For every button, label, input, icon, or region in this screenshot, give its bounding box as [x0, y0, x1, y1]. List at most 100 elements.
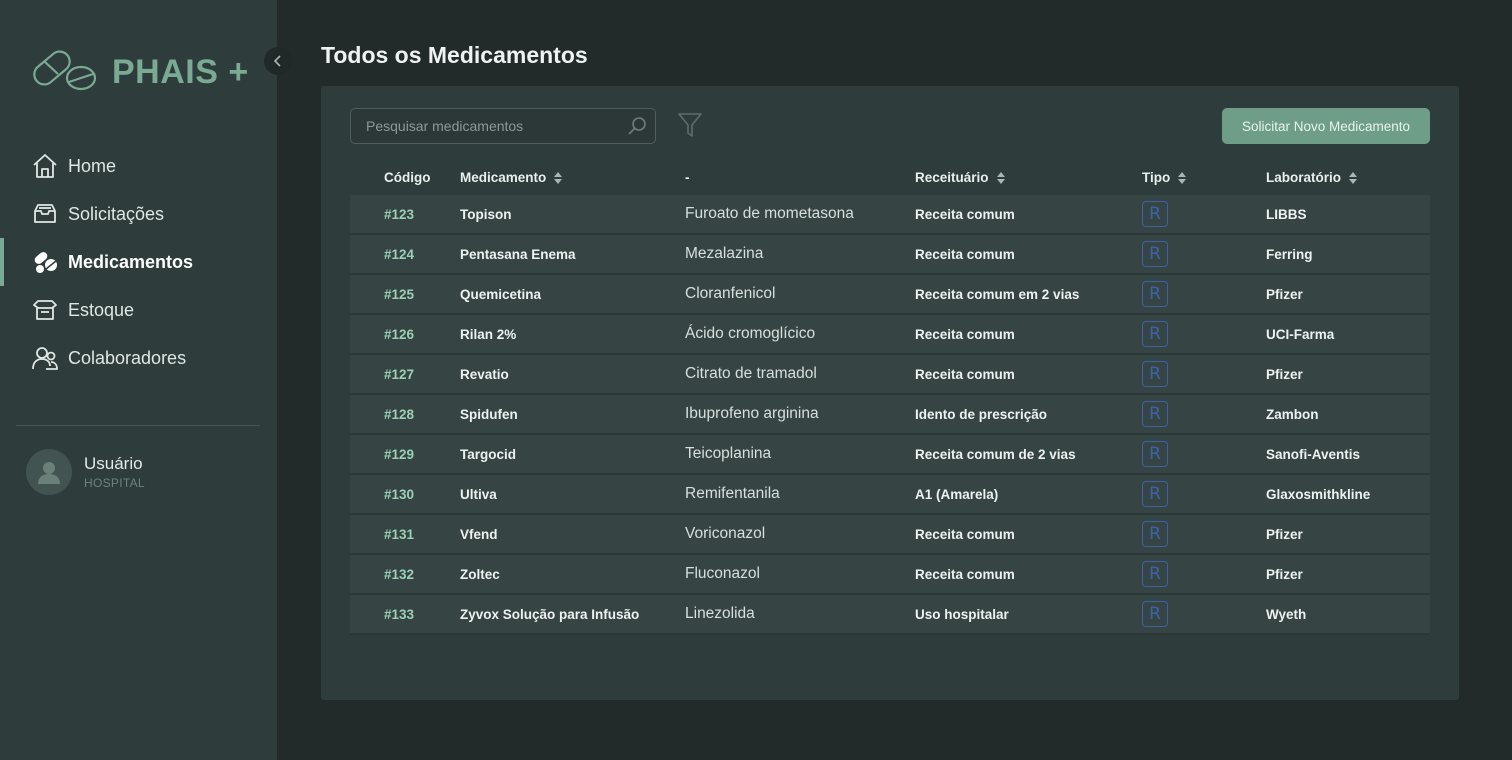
pills-logo-icon — [30, 48, 98, 97]
user-role: HOSPITAL — [84, 476, 145, 490]
prescription-type-icon: R — [1142, 401, 1168, 427]
cell-laboratory: Sanofi-Aventis — [1266, 446, 1361, 462]
cell-prescription: A1 (Amarela) — [915, 486, 999, 502]
search-box — [350, 108, 656, 144]
prescription-type-icon: R — [1142, 201, 1168, 227]
table-row[interactable]: #126 Rilan 2% Ácido cromoglícico Receita… — [350, 315, 1430, 355]
sidebar-item-colaboradores[interactable]: Colaboradores — [0, 334, 277, 382]
prescription-type-icon: R — [1142, 561, 1168, 587]
cell-medication: Rilan 2% — [460, 326, 517, 342]
cell-code[interactable]: #125 — [350, 287, 460, 302]
user-avatar-icon — [38, 462, 60, 484]
cell-medication: Vfend — [460, 526, 498, 542]
cell-prescription: Receita comum — [915, 366, 1015, 382]
cell-code[interactable]: #133 — [350, 607, 460, 622]
request-new-medication-button[interactable]: Solicitar Novo Medicamento — [1222, 108, 1430, 144]
cell-type: R — [1142, 201, 1266, 227]
table-row[interactable]: #127 Revatio Citrato de tramadol Receita… — [350, 355, 1430, 395]
cell-type: R — [1142, 241, 1266, 267]
cell-code[interactable]: #128 — [350, 407, 460, 422]
cell-prescription: Receita comum — [915, 526, 1015, 542]
collapse-sidebar-button[interactable] — [264, 47, 292, 75]
app-logo[interactable]: PHAIS + — [30, 48, 249, 97]
cell-type: R — [1142, 561, 1266, 587]
search-input[interactable] — [351, 109, 619, 143]
user-profile[interactable]: Usuário HOSPITAL — [26, 449, 145, 495]
table-row[interactable]: #130 Ultiva Remifentanila A1 (Amarela) R… — [350, 475, 1430, 515]
cell-medication: Quemicetina — [460, 286, 542, 302]
table-row[interactable]: #131 Vfend Voriconazol Receita comum R P… — [350, 515, 1430, 555]
table-row[interactable]: #123 Topison Furoato de mometasona Recei… — [350, 195, 1430, 235]
cell-code[interactable]: #129 — [350, 447, 460, 462]
table-row[interactable]: #129 Targocid Teicoplanina Receita comum… — [350, 435, 1430, 475]
inbox-icon — [32, 201, 58, 227]
cell-medication: Zyvox Solução para Infusão — [460, 606, 640, 622]
prescription-type-icon: R — [1142, 481, 1168, 507]
table-row[interactable]: #133 Zyvox Solução para Infusão Linezoli… — [350, 595, 1430, 635]
cell-prescription: Receita comum — [915, 326, 1015, 342]
cell-prescription: Receita comum de 2 vias — [915, 446, 1076, 462]
cell-type: R — [1142, 441, 1266, 467]
cell-type: R — [1142, 321, 1266, 347]
header-laboratory[interactable]: Laboratório — [1266, 170, 1430, 185]
cell-code[interactable]: #132 — [350, 567, 460, 582]
cell-code[interactable]: #123 — [350, 207, 460, 222]
cell-laboratory: UCI-Farma — [1266, 326, 1335, 342]
cell-code[interactable]: #126 — [350, 327, 460, 342]
cell-active-ingredient: Fluconazol — [685, 565, 760, 582]
cell-active-ingredient: Mezalazina — [685, 245, 764, 262]
sidebar-item-label: Estoque — [68, 299, 135, 320]
cell-active-ingredient: Remifentanila — [685, 485, 780, 502]
medications-card: Solicitar Novo Medicamento Código Medica… — [321, 86, 1459, 700]
cell-medication: Topison — [460, 206, 512, 222]
user-name: Usuário — [84, 454, 143, 473]
cell-laboratory: Ferring — [1266, 246, 1313, 262]
cell-code[interactable]: #131 — [350, 527, 460, 542]
cell-type: R — [1142, 601, 1266, 627]
header-code: Código — [384, 170, 431, 185]
table-row[interactable]: #124 Pentasana Enema Mezalazina Receita … — [350, 235, 1430, 275]
cell-type: R — [1142, 361, 1266, 387]
filter-icon — [678, 112, 702, 137]
table-row[interactable]: #132 Zoltec Fluconazol Receita comum R P… — [350, 555, 1430, 595]
cell-laboratory: Glaxosmithkline — [1266, 486, 1371, 502]
cell-code[interactable]: #127 — [350, 367, 460, 382]
home-icon — [32, 153, 58, 179]
cell-active-ingredient: Ibuprofeno arginina — [685, 405, 819, 422]
sidebar-item-label: Solicitações — [68, 203, 165, 224]
header-type[interactable]: Tipo — [1142, 170, 1266, 185]
cell-active-ingredient: Citrato de tramadol — [685, 365, 817, 382]
header-prescription[interactable]: Receituário — [915, 170, 1142, 185]
chevron-left-icon — [273, 55, 281, 67]
filter-button[interactable] — [676, 110, 704, 142]
sidebar-item-label: Medicamentos — [68, 251, 194, 272]
cell-code[interactable]: #124 — [350, 247, 460, 262]
prescription-type-icon: R — [1142, 281, 1168, 307]
search-icon[interactable] — [619, 116, 655, 136]
app-name: PHAIS + — [112, 53, 249, 91]
sidebar-item-estoque[interactable]: Estoque — [0, 286, 277, 334]
cell-code[interactable]: #130 — [350, 487, 460, 502]
cell-type: R — [1142, 281, 1266, 307]
cell-type: R — [1142, 481, 1266, 507]
sort-icon — [554, 171, 563, 184]
cell-prescription: Receita comum — [915, 246, 1015, 262]
prescription-type-icon: R — [1142, 441, 1168, 467]
cell-laboratory: Pfizer — [1266, 366, 1303, 382]
sidebar: PHAIS + Home Solicitações Medicamentos E… — [0, 0, 277, 760]
prescription-type-icon: R — [1142, 521, 1168, 547]
sidebar-item-home[interactable]: Home — [0, 142, 277, 190]
users-icon — [32, 345, 58, 371]
prescription-type-icon: R — [1142, 241, 1168, 267]
sidebar-item-medicamentos[interactable]: Medicamentos — [0, 238, 277, 286]
table-row[interactable]: #125 Quemicetina Cloranfenicol Receita c… — [350, 275, 1430, 315]
cell-prescription: Receita comum em 2 vias — [915, 286, 1080, 302]
table-row[interactable]: #128 Spidufen Ibuprofeno arginina Idento… — [350, 395, 1430, 435]
sidebar-item-solicitacoes[interactable]: Solicitações — [0, 190, 277, 238]
cell-laboratory: Zambon — [1266, 406, 1319, 422]
cell-laboratory: LIBBS — [1266, 206, 1307, 222]
cell-prescription: Idento de prescrição — [915, 406, 1048, 422]
sort-icon — [996, 171, 1005, 184]
header-medication[interactable]: Medicamento — [460, 170, 685, 185]
cell-prescription: Uso hospitalar — [915, 606, 1009, 622]
